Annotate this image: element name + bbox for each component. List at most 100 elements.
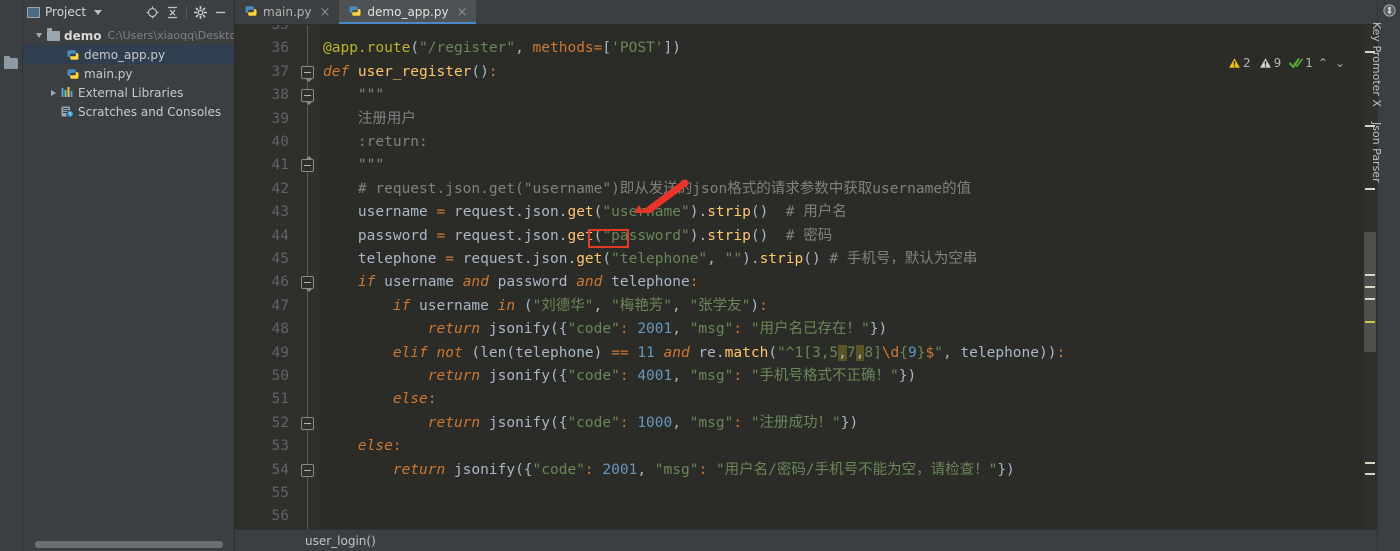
code-line[interactable]: username = request.json.get("username").…: [319, 201, 847, 224]
fold-toggle-icon[interactable]: [301, 276, 314, 293]
code-token: (: [471, 344, 481, 361]
code-line[interactable]: password = request.json.get("password").…: [319, 225, 832, 248]
code-line[interactable]: if username and password and telephone:: [319, 271, 699, 294]
tree-row-external-libraries[interactable]: External Libraries: [23, 83, 234, 102]
key-promoter-icon[interactable]: [1383, 4, 1396, 20]
code-line[interactable]: [319, 505, 323, 528]
fold-toggle-icon[interactable]: [301, 156, 314, 173]
scrollbar-thumb[interactable]: [35, 541, 223, 548]
scrollbar-marker[interactable]: [1365, 462, 1375, 464]
code-token: .: [567, 251, 577, 267]
editor-scrollbar-thumb[interactable]: [1364, 232, 1376, 352]
collapse-all-icon[interactable]: [166, 6, 179, 19]
code-token: return: [427, 368, 489, 384]
code-line[interactable]: # request.json.get("username")即从发送的json格…: [319, 178, 971, 201]
code-scroll-region: 35 36 37 38 39 40 41 42 43 44 45 46 47 48 49 50 51 52 53 54…: [235, 25, 1377, 529]
tree-label: main.py: [84, 66, 133, 81]
prev-problem-icon[interactable]: ⌃: [1316, 56, 1330, 70]
line-number: 53: [271, 438, 289, 455]
code-editor-text[interactable]: @app.route("/register", methods=['POST']…: [319, 25, 1363, 529]
tree-row-demo-app-py[interactable]: demo_app.py: [23, 45, 234, 64]
project-panel-title-group[interactable]: Project: [27, 5, 103, 19]
fold-toggle-icon[interactable]: [301, 416, 314, 430]
code-token: if: [392, 297, 420, 314]
code-line[interactable]: return jsonify({"code": 1000, "msg": "注册…: [319, 412, 859, 435]
code-line[interactable]: @app.route("/register", methods=['POST']…: [319, 37, 681, 60]
fold-toggle-icon[interactable]: [301, 65, 314, 82]
code-folding-gutter[interactable]: [297, 25, 319, 529]
check-count-group[interactable]: 1: [1289, 56, 1313, 70]
tree-row-scratches-and-consoles[interactable]: Scratches and Consoles: [23, 102, 234, 121]
code-line[interactable]: return jsonify({"code": 2001, "msg": "用户…: [319, 318, 888, 341]
code-token: :: [698, 461, 716, 478]
project-strip-folder-icon[interactable]: [4, 56, 18, 70]
breadcrumb[interactable]: user_login(): [235, 529, 1377, 551]
code-token: jsonify: [488, 321, 550, 338]
code-line[interactable]: return jsonify({"code": 2001, "msg": "用户…: [319, 459, 1015, 482]
chevron-down-icon[interactable]: [94, 9, 103, 15]
line-number: 40: [271, 134, 289, 150]
gear-icon[interactable]: [194, 5, 207, 19]
code-token: if: [357, 274, 385, 291]
python-file-icon: [348, 4, 362, 21]
editor-body: 35 36 37 38 39 40 41 42 43 44 45 46 47 48 49 50 51 52 53 54…: [235, 25, 1377, 529]
minimize-icon[interactable]: [214, 6, 227, 19]
code-token: ,: [672, 321, 690, 338]
next-problem-icon[interactable]: ⌄: [1333, 56, 1347, 70]
scrollbar-marker[interactable]: [1365, 274, 1375, 276]
warning-count-yellow-group[interactable]: 2: [1227, 56, 1251, 70]
line-number: 44: [271, 227, 289, 244]
fold-toggle-icon[interactable]: [301, 89, 314, 106]
code-token: ,: [515, 40, 533, 57]
warning-count-grey-group[interactable]: 9: [1258, 56, 1281, 70]
tool-tab-json-parser[interactable]: Json Parser: [1370, 122, 1383, 183]
code-token: else: [357, 438, 393, 455]
chevron-collapsed-icon[interactable]: [47, 89, 59, 96]
close-icon[interactable]: ×: [457, 6, 468, 19]
code-line[interactable]: else:: [319, 388, 437, 411]
code-token: .: [698, 227, 708, 244]
code-token: ,: [637, 461, 655, 478]
scrollbar-marker[interactable]: [1365, 473, 1375, 475]
code-line[interactable]: elif not (len(telephone) == 11 and re.ma…: [319, 342, 1065, 365]
tree-row-main-py[interactable]: main.py: [23, 64, 234, 83]
chevron-expanded-icon[interactable]: [33, 33, 45, 38]
code-line[interactable]: def user_register():: [319, 61, 498, 84]
scrollbar-marker[interactable]: [1365, 321, 1375, 323]
code-line[interactable]: else:: [319, 435, 402, 458]
tree-row-demo[interactable]: demo C:\Users\xiaoqq\Desktc: [23, 26, 234, 45]
scrollbar-marker[interactable]: [1365, 286, 1375, 288]
scratches-icon: [59, 105, 75, 118]
code-line[interactable]: 注册用户: [319, 108, 416, 131]
code-token: jsonify: [488, 368, 550, 384]
code-token: "注册成功！": [750, 414, 841, 431]
code-line[interactable]: if username in ("刘德华", "梅艳芳", "张学友"):: [319, 295, 768, 318]
code-line[interactable]: return jsonify({"code": 4001, "msg": "手机…: [319, 365, 917, 388]
scrollbar-marker[interactable]: [1365, 298, 1375, 300]
code-token: ,: [707, 251, 725, 267]
code-line[interactable]: """: [319, 154, 384, 177]
tool-tab-key-promoter-x[interactable]: Key Promoter X: [1370, 22, 1383, 107]
scrollbar-marker[interactable]: [1365, 188, 1375, 190]
code-token: strip: [707, 204, 751, 221]
code-line[interactable]: :return:: [319, 131, 428, 154]
code-token: :: [619, 368, 638, 384]
fold-toggle-icon[interactable]: [301, 463, 314, 477]
code-token: .: [515, 227, 524, 244]
code-token: }): [997, 461, 1015, 478]
close-icon[interactable]: ×: [320, 6, 331, 19]
editor-tab-main-py[interactable]: main.py ×: [235, 0, 339, 24]
code-token: match: [724, 344, 769, 361]
code-token: "code": [567, 414, 620, 431]
project-tree[interactable]: demo C:\Users\xiaoqq\Desktc demo_app.py: [23, 24, 234, 538]
locate-icon[interactable]: [146, 6, 159, 19]
code-line[interactable]: [319, 482, 323, 505]
code-line[interactable]: """: [319, 84, 384, 107]
project-panel-horizontal-scrollbar[interactable]: [23, 538, 234, 551]
code-line[interactable]: telephone = request.json.get("telephone"…: [319, 248, 977, 271]
code-token: $: [925, 344, 935, 361]
code-token: "code": [567, 321, 620, 338]
editor-tab-demo-app-py[interactable]: demo_app.py ×: [339, 0, 477, 24]
